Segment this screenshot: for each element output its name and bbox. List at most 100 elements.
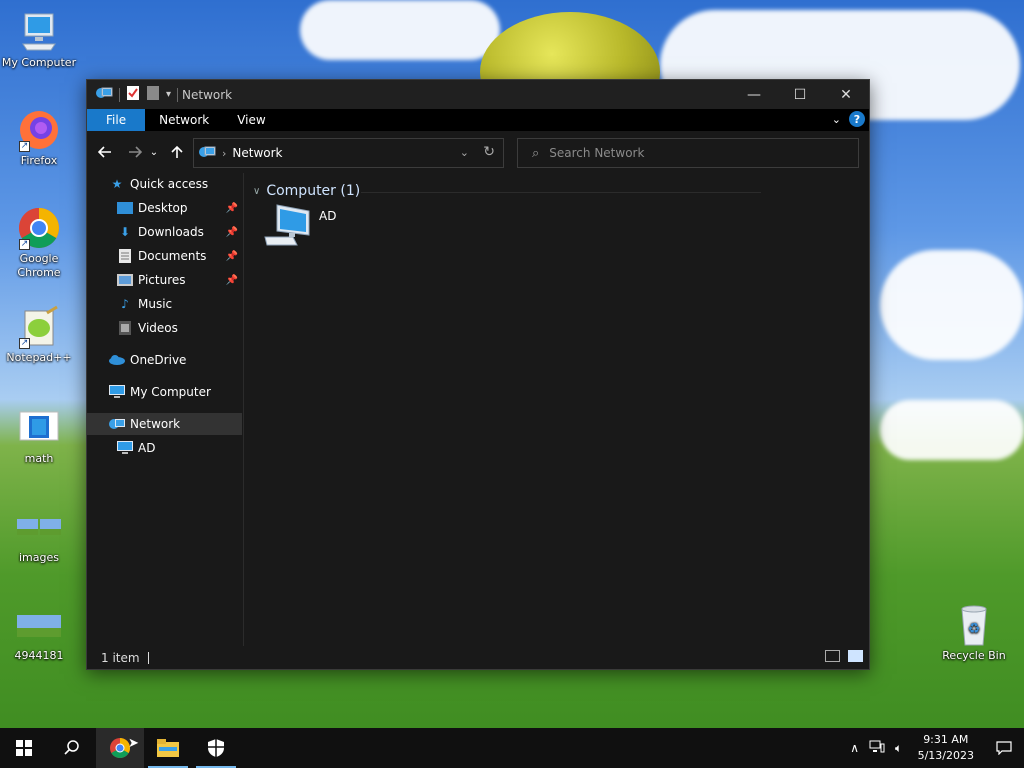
search-icon: [64, 740, 79, 755]
status-bar: 1 item: [87, 646, 869, 669]
navigation-pane: ★ Quick access Desktop 📌 ⬇ Downloads 📌 D…: [87, 173, 244, 647]
sidebar-item-pictures[interactable]: Pictures 📌: [87, 269, 242, 291]
ribbon-tabs: File Network View ⌄ ?: [87, 109, 869, 131]
wallpaper-cloud: [880, 400, 1024, 460]
show-hidden-icons-icon[interactable]: ∧: [844, 741, 866, 755]
divider: [147, 651, 149, 664]
desktop-icon-label: Recycle Bin: [942, 649, 1006, 662]
sidebar-item-quick-access[interactable]: ★ Quick access: [87, 173, 242, 195]
sidebar-item-ad[interactable]: AD: [87, 437, 242, 459]
start-button[interactable]: [0, 728, 48, 768]
wallpaper-cloud: [880, 250, 1024, 360]
taskbar-chrome[interactable]: ➤: [96, 728, 144, 768]
maximize-button[interactable]: ☐: [777, 80, 823, 109]
sidebar-item-label: Network: [130, 417, 181, 431]
list-item-label: AD: [319, 209, 337, 223]
computer-icon: [263, 203, 311, 250]
desktop-folder-icon: [117, 200, 133, 216]
back-button[interactable]: [93, 140, 117, 164]
sidebar-item-music[interactable]: ♪ Music: [87, 293, 242, 315]
network-icon: [109, 416, 125, 432]
file-list: ∨ Computer (1) AD: [245, 173, 869, 647]
desktop-icon-label: Google Chrome: [17, 252, 61, 279]
group-header-label: Computer (1): [266, 183, 361, 199]
desktop-icon-firefox[interactable]: ↗ Firefox: [1, 108, 77, 168]
sidebar-item-videos[interactable]: Videos: [87, 317, 242, 339]
breadcrumb[interactable]: Network: [232, 146, 282, 160]
sidebar-item-label: OneDrive: [130, 353, 187, 367]
new-folder-icon[interactable]: [146, 85, 160, 104]
cloud-icon: [109, 352, 125, 368]
recent-locations-button[interactable]: ⌄: [147, 140, 161, 164]
details-view-button[interactable]: [825, 650, 840, 662]
pin-icon[interactable]: 📌: [226, 275, 238, 286]
clock[interactable]: 9:31 AM 5/13/2023: [918, 732, 974, 764]
sidebar-item-desktop[interactable]: Desktop 📌: [87, 197, 242, 219]
desktop-icon-my-computer[interactable]: My Computer: [1, 10, 77, 70]
search-input[interactable]: [549, 146, 840, 160]
up-button[interactable]: [165, 140, 189, 164]
sidebar-item-onedrive[interactable]: OneDrive: [87, 349, 242, 371]
sidebar-item-label: Pictures: [138, 273, 186, 287]
taskbar-file-explorer[interactable]: [144, 728, 192, 768]
search-icon: ⌕: [532, 145, 540, 161]
volume-icon[interactable]: 🔈︎: [888, 741, 910, 756]
help-icon[interactable]: ?: [849, 111, 865, 127]
sidebar-item-my-computer[interactable]: My Computer: [87, 381, 242, 403]
action-center-button[interactable]: [984, 728, 1024, 768]
expand-ribbon-icon[interactable]: ⌄: [832, 113, 841, 126]
tab-view[interactable]: View: [223, 109, 279, 131]
forward-button[interactable]: [123, 140, 147, 164]
close-button[interactable]: ✕: [823, 80, 869, 109]
sidebar-item-downloads[interactable]: ⬇ Downloads 📌: [87, 221, 242, 243]
taskbar: ➤ ∧ 🔈︎ 9:31 AM 5/13/2023: [0, 728, 1024, 768]
pin-icon[interactable]: 📌: [226, 203, 238, 214]
image-file-icon: [17, 603, 61, 647]
desktop-icon-notepadpp[interactable]: ↗ Notepad++: [1, 305, 77, 365]
security-icon: [208, 739, 224, 757]
firefox-icon: ↗: [17, 108, 61, 152]
tab-network[interactable]: Network: [145, 109, 223, 131]
title-bar[interactable]: ▾ Network — ☐ ✕: [87, 80, 869, 109]
shortcut-arrow-icon: ↗: [19, 239, 30, 250]
window-title: Network: [182, 87, 233, 102]
sidebar-item-documents[interactable]: Documents 📌: [87, 245, 242, 267]
download-icon: ⬇: [119, 225, 131, 239]
monitor-icon: [109, 384, 125, 400]
desktop-icon-label: images: [19, 551, 59, 564]
properties-icon[interactable]: [126, 85, 140, 104]
address-bar[interactable]: › Network ⌄ ↻: [193, 138, 504, 168]
chevron-down-icon[interactable]: ∨: [253, 186, 260, 197]
group-header[interactable]: ∨ Computer (1): [253, 183, 761, 199]
sidebar-item-label: Downloads: [138, 225, 204, 239]
tab-file[interactable]: File: [87, 109, 146, 131]
pin-icon[interactable]: 📌: [226, 251, 238, 262]
list-item[interactable]: AD: [263, 203, 336, 250]
monitor-icon: [117, 440, 133, 456]
sidebar-item-label: Documents: [138, 249, 207, 263]
desktop-icon-images[interactable]: images: [1, 505, 77, 565]
desktop-icon-math[interactable]: math: [1, 406, 77, 466]
desktop-icon-chrome[interactable]: ↗ Google Chrome: [1, 206, 77, 280]
large-icons-view-button[interactable]: [848, 650, 863, 662]
taskbar-security[interactable]: [192, 728, 240, 768]
divider: [361, 192, 761, 193]
address-dropdown-icon[interactable]: ⌄: [460, 146, 469, 159]
desktop-icon-label: math: [24, 452, 54, 465]
wallpaper-cloud: [300, 0, 500, 60]
customize-toolbar-icon[interactable]: ▾: [166, 89, 171, 100]
refresh-icon[interactable]: ↻: [483, 144, 495, 160]
minimize-button[interactable]: —: [731, 80, 777, 109]
desktop-icon-recycle-bin[interactable]: ♻ Recycle Bin: [936, 603, 1012, 663]
network-status-icon[interactable]: [866, 740, 888, 757]
mouse-cursor-icon: ➤: [128, 736, 139, 751]
sidebar-item-network[interactable]: Network: [87, 413, 242, 435]
pictures-icon: [117, 272, 133, 288]
search-button[interactable]: [48, 728, 96, 768]
desktop-icon-4944181[interactable]: 4944181: [1, 603, 77, 663]
breadcrumb-chevron-icon[interactable]: ›: [222, 147, 226, 160]
search-box[interactable]: ⌕: [517, 138, 859, 168]
pin-icon[interactable]: 📌: [226, 227, 238, 238]
music-icon: ♪: [121, 297, 129, 311]
shortcut-arrow-icon: ↗: [19, 338, 30, 349]
